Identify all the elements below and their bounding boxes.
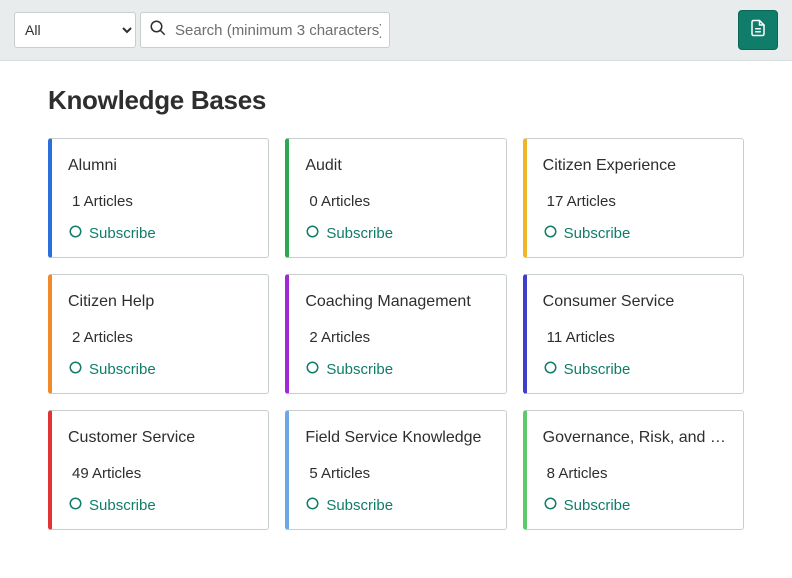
circle-icon	[305, 360, 320, 379]
subscribe-label: Subscribe	[564, 225, 631, 242]
subscribe-button[interactable]: Subscribe	[543, 360, 631, 379]
subscribe-button[interactable]: Subscribe	[68, 224, 156, 243]
knowledge-base-card[interactable]: Alumni 1 Articles Subscribe	[48, 138, 269, 258]
card-article-count: 2 Articles	[68, 329, 252, 346]
card-title: Customer Service	[68, 429, 252, 447]
knowledge-base-card[interactable]: Citizen Help 2 Articles Subscribe	[48, 274, 269, 394]
content-area: Knowledge Bases Alumni 1 Articles Subscrib…	[0, 61, 792, 578]
card-article-count: 0 Articles	[305, 193, 489, 210]
card-title: Coaching Management	[305, 293, 489, 311]
card-article-count: 11 Articles	[543, 329, 727, 346]
page-title: Knowledge Bases	[48, 85, 744, 116]
card-title: Citizen Help	[68, 293, 252, 311]
subscribe-label: Subscribe	[89, 225, 156, 242]
knowledge-base-card[interactable]: Coaching Management 2 Articles Subscribe	[285, 274, 506, 394]
knowledge-base-card[interactable]: Field Service Knowledge 5 Articles Subscri…	[285, 410, 506, 530]
circle-icon	[68, 224, 83, 243]
circle-icon	[305, 496, 320, 515]
circle-icon	[543, 360, 558, 379]
subscribe-button[interactable]: Subscribe	[68, 360, 156, 379]
subscribe-button[interactable]: Subscribe	[543, 496, 631, 515]
subscribe-label: Subscribe	[564, 497, 631, 514]
card-title: Consumer Service	[543, 293, 727, 311]
search-wrap	[140, 12, 390, 48]
subscribe-label: Subscribe	[326, 361, 393, 378]
circle-icon	[68, 360, 83, 379]
circle-icon	[305, 224, 320, 243]
card-article-count: 8 Articles	[543, 465, 727, 482]
subscribe-label: Subscribe	[89, 361, 156, 378]
card-article-count: 49 Articles	[68, 465, 252, 482]
knowledge-base-grid: Alumni 1 Articles Subscribe Audit 0 Articles…	[48, 138, 744, 530]
filter-select[interactable]: All	[14, 12, 136, 48]
subscribe-label: Subscribe	[326, 497, 393, 514]
new-document-button[interactable]	[738, 10, 778, 50]
card-title: Governance, Risk, and …	[543, 429, 727, 447]
knowledge-base-card[interactable]: Audit 0 Articles Subscribe	[285, 138, 506, 258]
circle-icon	[543, 496, 558, 515]
subscribe-button[interactable]: Subscribe	[68, 496, 156, 515]
card-article-count: 17 Articles	[543, 193, 727, 210]
subscribe-button[interactable]: Subscribe	[543, 224, 631, 243]
topbar: All	[0, 0, 792, 61]
card-title: Citizen Experience	[543, 157, 727, 175]
search-input[interactable]	[175, 22, 381, 39]
card-article-count: 5 Articles	[305, 465, 489, 482]
subscribe-button[interactable]: Subscribe	[305, 224, 393, 243]
circle-icon	[68, 496, 83, 515]
card-article-count: 1 Articles	[68, 193, 252, 210]
subscribe-button[interactable]: Subscribe	[305, 360, 393, 379]
card-title: Field Service Knowledge	[305, 429, 489, 447]
card-title: Alumni	[68, 157, 252, 175]
document-icon	[749, 19, 767, 42]
search-icon	[149, 19, 167, 42]
knowledge-base-card[interactable]: Governance, Risk, and … 8 Articles Subscri…	[523, 410, 744, 530]
knowledge-base-card[interactable]: Citizen Experience 17 Articles Subscribe	[523, 138, 744, 258]
subscribe-label: Subscribe	[326, 225, 393, 242]
card-title: Audit	[305, 157, 489, 175]
card-article-count: 2 Articles	[305, 329, 489, 346]
subscribe-button[interactable]: Subscribe	[305, 496, 393, 515]
circle-icon	[543, 224, 558, 243]
knowledge-base-card[interactable]: Customer Service 49 Articles Subscribe	[48, 410, 269, 530]
subscribe-label: Subscribe	[89, 497, 156, 514]
knowledge-base-card[interactable]: Consumer Service 11 Articles Subscribe	[523, 274, 744, 394]
subscribe-label: Subscribe	[564, 361, 631, 378]
